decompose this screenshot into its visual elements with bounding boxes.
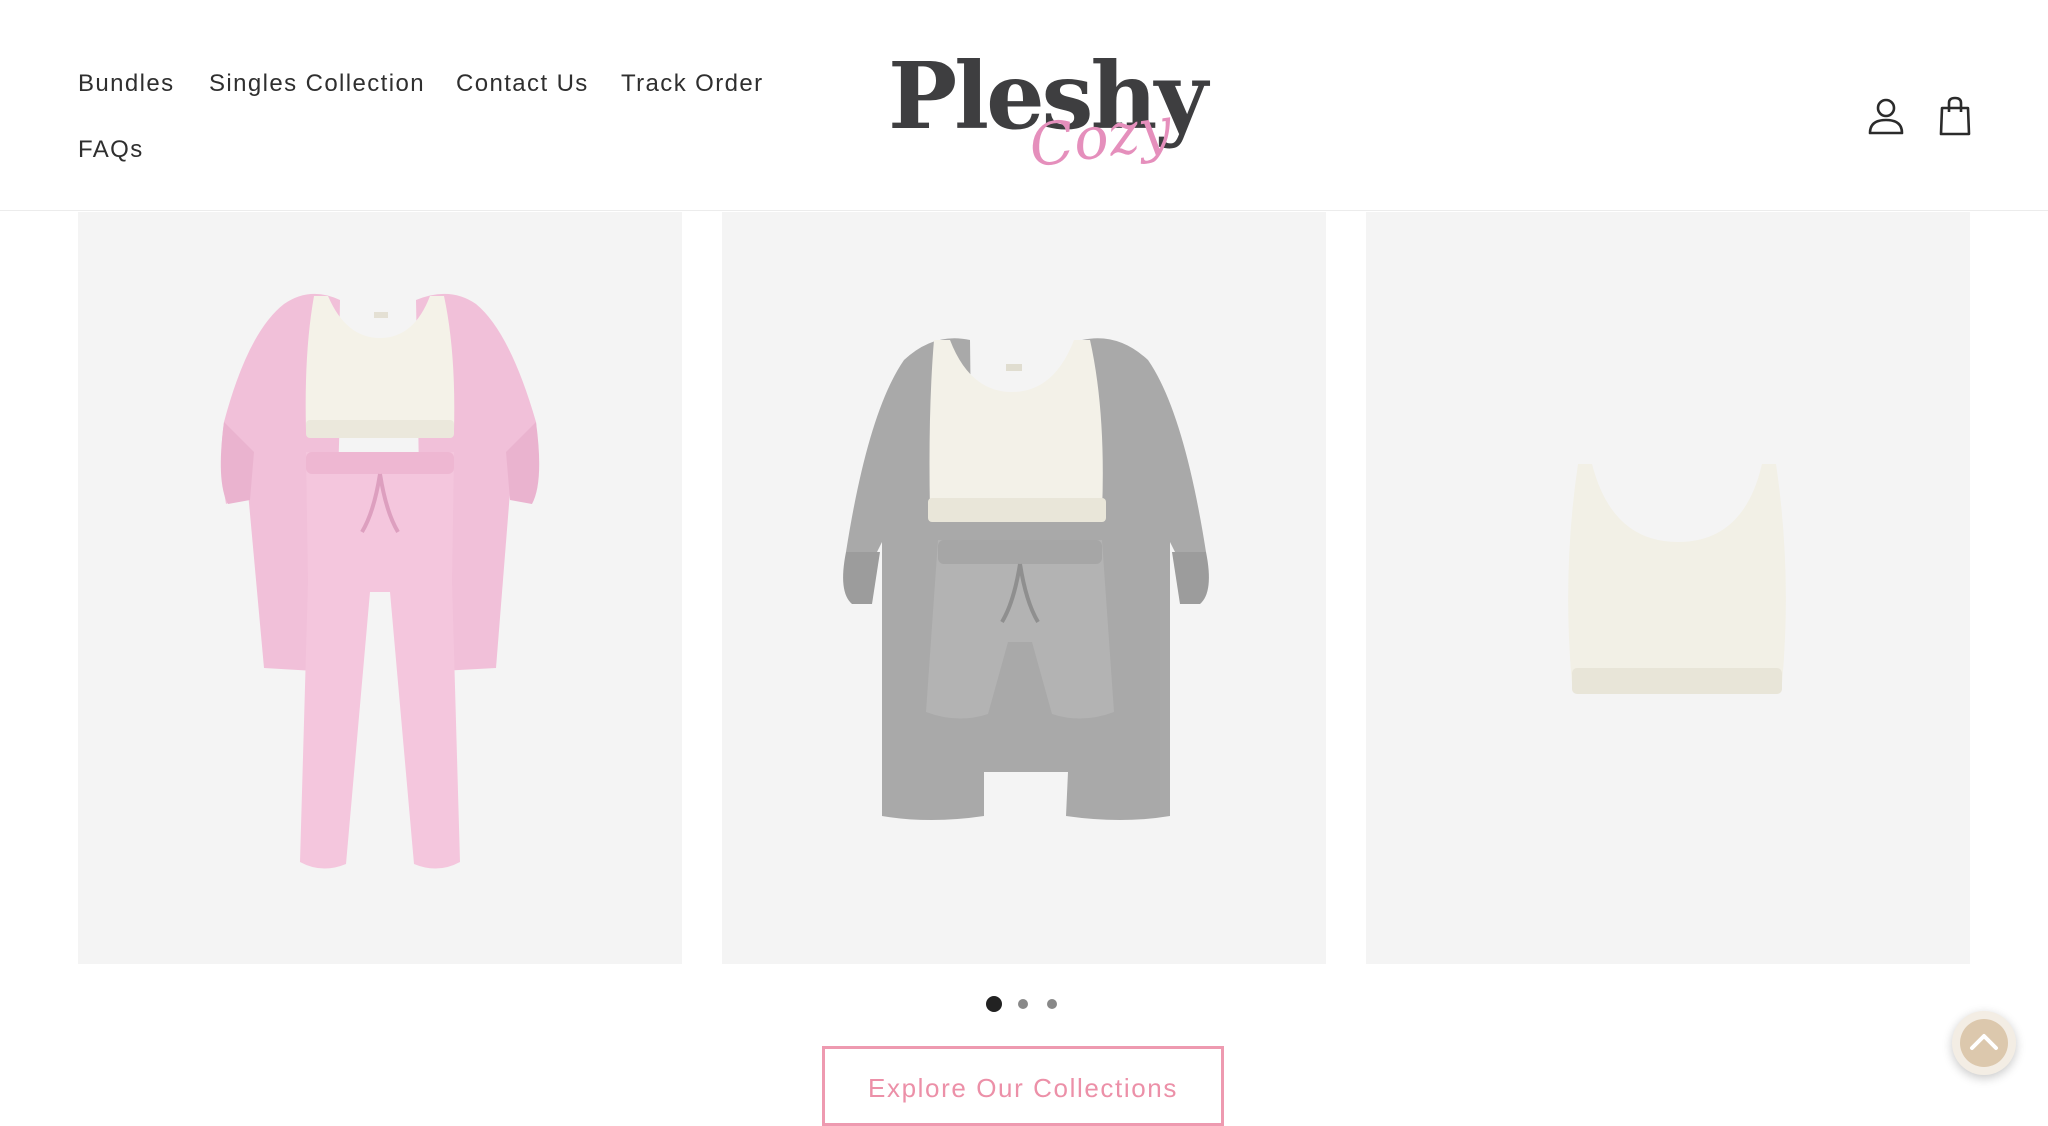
nav-contact-us[interactable]: Contact Us <box>456 70 589 98</box>
scroll-to-top-button[interactable] <box>1952 1011 2016 1075</box>
nav-singles-collection[interactable]: Singles Collection <box>209 70 425 98</box>
nav-faqs[interactable]: FAQs <box>78 136 144 164</box>
logo-subtitle: Cozy <box>1024 93 1176 181</box>
cart-button[interactable] <box>1935 96 1975 138</box>
product-card-cream-top[interactable] <box>1366 212 1970 964</box>
product-image-grey-set <box>843 338 1209 820</box>
account-icon <box>1868 98 1904 135</box>
explore-collections-button[interactable]: Explore Our Collections <box>822 1046 1224 1126</box>
nav-track-order[interactable]: Track Order <box>621 70 764 98</box>
chevron-up-icon <box>1960 1019 2008 1067</box>
carousel-pagination <box>986 996 1057 1012</box>
site-header: Bundles Singles Collection Contact Us Tr… <box>0 0 2048 211</box>
shopping-bag-icon <box>1939 96 1971 136</box>
product-card-pink-set[interactable] <box>78 212 682 964</box>
product-image-cream-top <box>1568 464 1786 694</box>
product-image-pink-set <box>220 293 540 869</box>
pagination-dot-2[interactable] <box>1018 999 1028 1009</box>
nav-bundles[interactable]: Bundles <box>78 70 175 98</box>
brand-logo[interactable]: Pleshy Cozy <box>884 48 1208 183</box>
product-card-grey-set[interactable] <box>722 212 1326 964</box>
pagination-dot-3[interactable] <box>1047 999 1057 1009</box>
account-button[interactable] <box>1866 96 1906 138</box>
pagination-dot-1[interactable] <box>986 996 1002 1012</box>
